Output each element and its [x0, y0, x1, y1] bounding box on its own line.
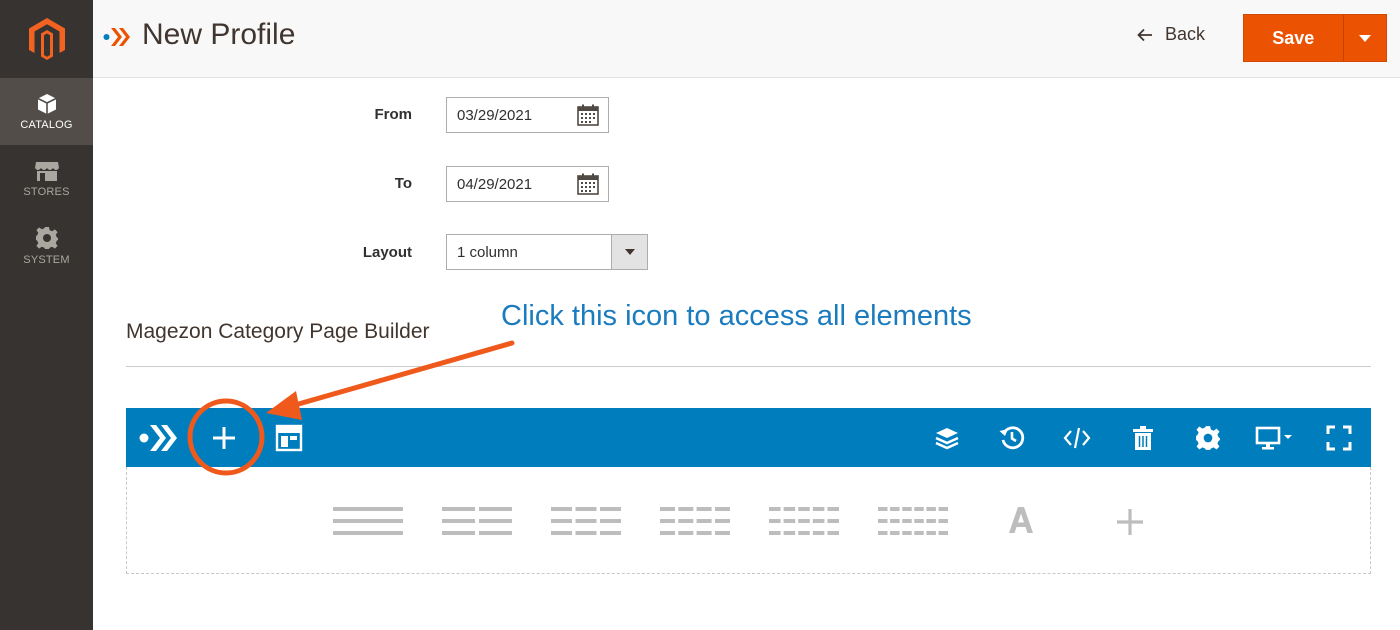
layout-label: Layout: [362, 244, 412, 261]
layout-select[interactable]: 1 column: [446, 234, 648, 270]
sidebar-item-catalog[interactable]: CATALOG: [0, 78, 93, 145]
sidebar-item-label: CATALOG: [20, 118, 73, 131]
to-date-field[interactable]: 04/29/2021: [446, 166, 609, 202]
layout-1-column-icon[interactable]: [333, 507, 403, 535]
templates-button[interactable]: [272, 408, 306, 467]
text-block-icon[interactable]: [1007, 505, 1035, 535]
settings-icon: [1196, 425, 1220, 450]
calendar-icon[interactable]: [577, 173, 599, 195]
layout-5-columns-icon[interactable]: [769, 507, 839, 535]
magezon-brand-icon: [103, 28, 130, 46]
caret-down-icon: [624, 249, 635, 255]
save-split-button: Save: [1243, 14, 1387, 62]
annotation-callout: Click this icon to access all elements: [501, 300, 972, 332]
from-label: From: [374, 106, 413, 123]
select-arrow[interactable]: [611, 235, 647, 269]
magezon-logo-button[interactable]: [138, 408, 182, 467]
from-date-value: 03/29/2021: [457, 106, 533, 124]
templates-icon: [275, 424, 303, 451]
magezon-logo-icon: [139, 424, 177, 451]
from-date-field[interactable]: 03/29/2021: [446, 97, 609, 133]
desktop-view-icon: [1255, 426, 1292, 449]
settings-button[interactable]: [1193, 408, 1223, 467]
builder-canvas: [126, 467, 1371, 574]
add-row-icon[interactable]: [1115, 507, 1145, 537]
annotation-arrow-line: [292, 340, 515, 408]
sidebar-item-label: SYSTEM: [23, 253, 70, 266]
history-button[interactable]: [997, 408, 1027, 467]
builder-section-title: Magezon Category Page Builder: [126, 320, 430, 343]
delete-button[interactable]: [1128, 408, 1158, 467]
fullscreen-button[interactable]: [1324, 408, 1354, 467]
magento-logo[interactable]: [0, 0, 93, 78]
history-icon: [999, 425, 1025, 449]
sidebar-item-label: STORES: [23, 185, 70, 198]
layout-2-columns-icon[interactable]: [442, 507, 512, 535]
magento-logo-icon: [28, 18, 65, 60]
back-button[interactable]: Back: [1137, 24, 1205, 45]
layout-3-columns-icon[interactable]: [551, 507, 621, 535]
to-date-value: 04/29/2021: [457, 175, 533, 193]
builder-toolbar: [126, 408, 1371, 467]
code-icon: [1063, 427, 1091, 448]
trash-icon: [1133, 425, 1153, 450]
save-options-toggle[interactable]: [1342, 15, 1386, 61]
layers-button[interactable]: [932, 408, 962, 467]
back-label: Back: [1165, 24, 1206, 44]
store-icon: [34, 161, 59, 181]
sidebar-item-stores[interactable]: STORES: [0, 145, 93, 212]
page-header: New Profile Back Save: [93, 0, 1400, 78]
sidebar-item-system[interactable]: SYSTEM: [0, 212, 93, 279]
fullscreen-icon: [1326, 425, 1352, 450]
section-divider: [126, 366, 1371, 367]
gear-icon: [35, 226, 58, 249]
device-view-button[interactable]: [1254, 408, 1296, 467]
layout-selected-value: 1 column: [457, 243, 518, 261]
layout-6-columns-icon[interactable]: [878, 507, 948, 535]
code-button[interactable]: [1062, 408, 1092, 467]
box-icon: [37, 93, 56, 114]
to-label: To: [394, 175, 412, 192]
add-element-icon: [213, 426, 235, 449]
layout-4-columns-icon[interactable]: [660, 507, 730, 535]
save-button[interactable]: Save: [1244, 15, 1343, 61]
admin-sidebar: CATALOG STORES SYSTEM: [0, 0, 93, 630]
page-title: New Profile: [142, 18, 296, 51]
layers-icon: [935, 427, 959, 449]
caret-down-icon: [1358, 34, 1371, 42]
add-element-button[interactable]: [204, 408, 244, 467]
arrow-left-icon: [1137, 28, 1152, 41]
calendar-icon[interactable]: [577, 104, 599, 126]
